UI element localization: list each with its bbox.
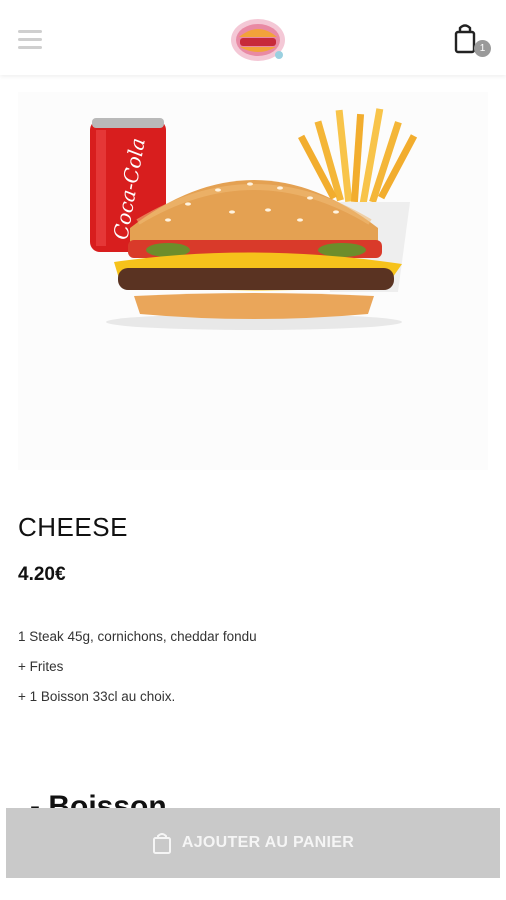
top-bar: 1 xyxy=(0,0,506,75)
description-line: + Frites xyxy=(18,659,64,674)
product-price: 4.20€ xyxy=(18,564,66,585)
add-to-cart-label: AJOUTER AU PANIER xyxy=(181,834,355,851)
product-description: 1 Steak 45g, cornichons, cheddar fondu +… xyxy=(18,626,257,716)
shopping-bag-icon xyxy=(152,833,171,854)
description-line: + 1 Boisson 33cl au choix. xyxy=(18,689,176,704)
cheeseburger-menu-photo: Coca-Cola xyxy=(18,92,488,470)
product-name: CHEESE xyxy=(18,512,128,542)
cart-count-badge: 1 xyxy=(474,40,491,57)
add-to-cart-button[interactable]: AJOUTER AU PANIER xyxy=(6,808,500,878)
restaurant-logo[interactable] xyxy=(229,17,287,63)
bottom-strip xyxy=(0,878,506,900)
hamburger-menu-icon[interactable] xyxy=(18,30,42,49)
description-line: 1 Steak 45g, cornichons, cheddar fondu xyxy=(18,629,257,644)
